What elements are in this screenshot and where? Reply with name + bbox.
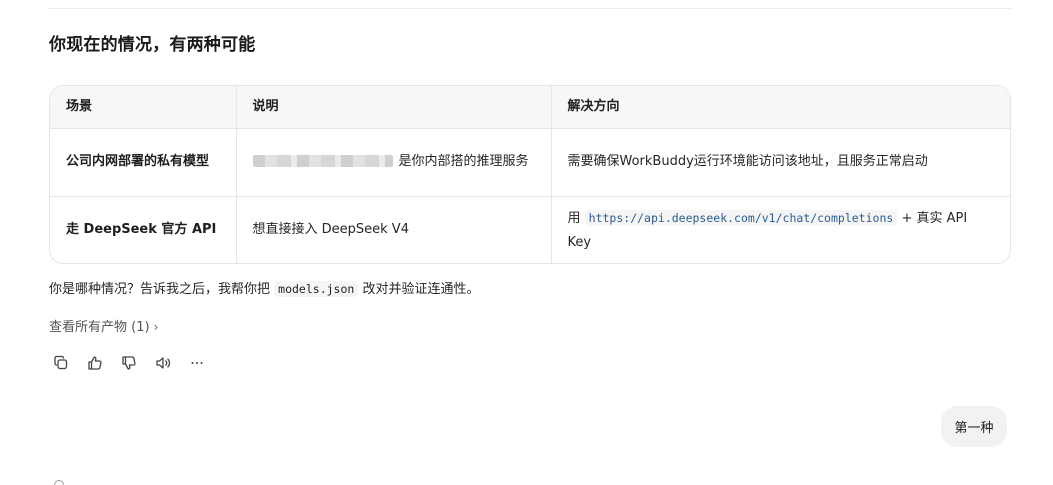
question-text: 你是哪种情况？告诉我之后，我帮你把 models.json 改对并验证连通性。 bbox=[49, 279, 479, 300]
section-heading: 你现在的情况，有两种可能 bbox=[49, 35, 256, 55]
chat-page: 你现在的情况，有两种可能 场景 说明 解决方向 公司内网部署的私有模型 是你内部… bbox=[0, 0, 1053, 485]
divider bbox=[48, 8, 1011, 9]
more-button[interactable] bbox=[184, 350, 210, 376]
artifacts-label: 查看所有产物 (1) bbox=[49, 320, 150, 335]
thumbs-down-icon bbox=[122, 356, 136, 370]
column-header-scenario: 场景 bbox=[50, 86, 237, 129]
message-actions bbox=[48, 350, 210, 376]
cell-solution: 需要确保WorkBuddy运行环境能访问该地址，且服务正常启动 bbox=[551, 128, 1010, 197]
question-prefix: 你是哪种情况？告诉我之后，我帮你把 bbox=[49, 282, 271, 297]
column-header-solution: 解决方向 bbox=[551, 86, 1010, 129]
chevron-right-icon: › bbox=[153, 320, 159, 334]
cell-scenario: 走 DeepSeek 官方 API bbox=[50, 196, 237, 263]
speaker-icon bbox=[156, 357, 171, 369]
solution-prefix: 用 bbox=[567, 210, 581, 226]
user-message-text: 第一种 bbox=[954, 421, 994, 436]
redacted-address bbox=[252, 154, 393, 167]
table-header-row: 场景 说明 解决方向 bbox=[50, 86, 1010, 129]
read-aloud-button[interactable] bbox=[150, 350, 176, 376]
dislike-button[interactable] bbox=[116, 350, 142, 376]
like-button[interactable] bbox=[82, 350, 108, 376]
user-message-bubble: 第一种 bbox=[941, 406, 1007, 447]
view-artifacts-link[interactable]: 查看所有产物 (1) › bbox=[49, 317, 158, 338]
cell-solution: 用 https://api.deepseek.com/v1/chat/compl… bbox=[551, 196, 1010, 263]
table-row: 公司内网部署的私有模型 是你内部搭的推理服务 需要确保WorkBuddy运行环境… bbox=[50, 128, 1010, 197]
question-suffix: 改对并验证连通性。 bbox=[362, 282, 480, 297]
copy-button[interactable] bbox=[48, 350, 74, 376]
cell-description: 想直接接入 DeepSeek V4 bbox=[236, 196, 552, 263]
cell-description: 是你内部搭的推理服务 bbox=[236, 128, 552, 197]
api-url-code: https://api.deepseek.com/v1/chat/complet… bbox=[584, 209, 898, 226]
copy-icon bbox=[54, 355, 68, 370]
assistant-avatar bbox=[54, 480, 64, 485]
description-text: 是你内部搭的推理服务 bbox=[398, 154, 529, 169]
filename-code: models.json bbox=[274, 281, 359, 297]
scenario-table: 场景 说明 解决方向 公司内网部署的私有模型 是你内部搭的推理服务 需要确保Wo… bbox=[49, 85, 1011, 264]
more-icon bbox=[191, 362, 203, 364]
thumbs-up-icon bbox=[88, 356, 102, 370]
cell-scenario: 公司内网部署的私有模型 bbox=[50, 128, 237, 197]
table-row: 走 DeepSeek 官方 API 想直接接入 DeepSeek V4 用 ht… bbox=[50, 196, 1010, 263]
column-header-description: 说明 bbox=[236, 86, 552, 129]
